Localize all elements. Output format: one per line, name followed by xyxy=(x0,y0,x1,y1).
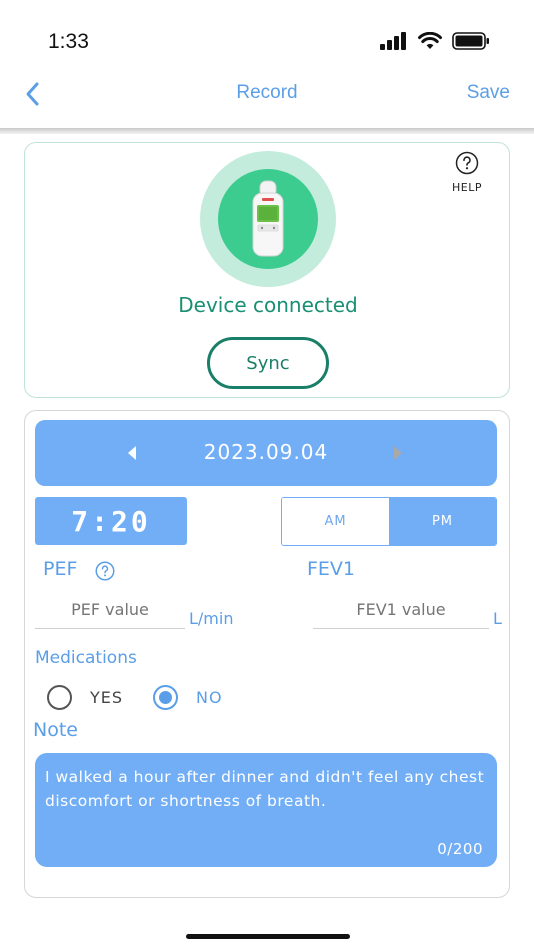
note-text: I walked a hour after dinner and didn't … xyxy=(45,768,485,810)
wifi-icon xyxy=(418,32,442,49)
nav-divider xyxy=(0,128,534,134)
medications-yes-label: YES xyxy=(90,687,124,707)
am-pm-toggle: AM PM xyxy=(281,497,497,546)
battery-icon xyxy=(452,32,489,50)
am-option[interactable]: AM xyxy=(282,498,389,545)
previous-date-button[interactable] xyxy=(125,444,139,462)
cellular-signal-icon xyxy=(380,32,406,50)
device-indicator xyxy=(200,151,336,287)
page-title: Record xyxy=(236,82,298,103)
note-label: Note xyxy=(33,719,78,741)
pef-help-button[interactable] xyxy=(95,561,115,585)
home-indicator xyxy=(186,934,350,939)
fev1-input[interactable] xyxy=(313,591,489,629)
question-circle-icon xyxy=(455,151,479,175)
nav-bar: Record Save xyxy=(0,70,534,130)
pef-label: PEF xyxy=(43,558,78,580)
date-text: 2023.09.04 xyxy=(203,440,329,464)
peak-flow-meter-icon xyxy=(252,180,284,257)
medications-no-radio[interactable]: NO xyxy=(153,683,223,711)
next-date-button[interactable] xyxy=(391,444,405,462)
note-textarea[interactable]: I walked a hour after dinner and didn't … xyxy=(35,753,497,867)
status-bar: 1:33 xyxy=(0,0,534,70)
radio-unchecked-icon xyxy=(47,684,72,710)
caret-right-icon xyxy=(394,446,402,460)
record-card: 2023.09.04 7:20 AM PM PEF FEV1 L/min L M… xyxy=(24,410,510,898)
pef-unit: L/min xyxy=(189,609,234,628)
device-indicator-core xyxy=(218,169,318,269)
time-picker[interactable]: 7:20 xyxy=(35,497,187,545)
chevron-left-icon xyxy=(26,82,39,106)
date-selector: 2023.09.04 xyxy=(35,420,497,486)
pm-option[interactable]: PM xyxy=(389,498,496,545)
fev1-unit: L xyxy=(493,609,502,628)
status-time: 1:33 xyxy=(48,30,89,53)
radio-checked-icon xyxy=(153,684,178,710)
question-circle-icon xyxy=(95,561,115,581)
help-label: HELP xyxy=(452,181,482,194)
save-button[interactable]: Save xyxy=(467,82,510,104)
pef-input[interactable] xyxy=(35,591,185,629)
help-button[interactable]: HELP xyxy=(447,151,487,194)
device-card: HELP Device connected Sync xyxy=(24,142,510,398)
medications-yes-radio[interactable]: YES xyxy=(47,683,123,711)
medications-no-label: NO xyxy=(196,687,223,707)
note-character-counter: 0/200 xyxy=(437,840,483,858)
status-icons xyxy=(380,32,490,50)
device-status: Device connected xyxy=(178,293,358,317)
medications-label: Medications xyxy=(35,648,137,668)
fev1-label: FEV1 xyxy=(307,558,356,580)
sync-button[interactable]: Sync xyxy=(207,337,329,389)
back-button[interactable] xyxy=(20,80,48,108)
caret-left-icon xyxy=(128,446,136,460)
